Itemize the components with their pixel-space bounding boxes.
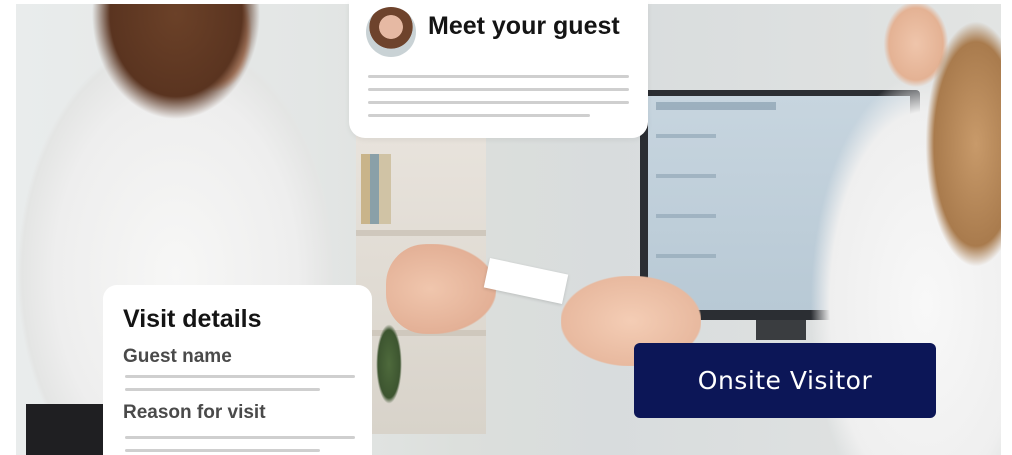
monitor-form-line: [656, 134, 716, 138]
onsite-visitor-badge: Onsite Visitor: [634, 343, 936, 418]
guest-name-line: [125, 375, 355, 378]
meet-guest-title: Meet your guest: [428, 12, 620, 40]
receptionist-hair: [896, 4, 1001, 334]
guest-name-label: Guest name: [123, 346, 232, 367]
visit-details-title: Visit details: [123, 305, 262, 333]
monitor-form-title: [656, 102, 776, 110]
placeholder-line: [368, 75, 629, 78]
monitor-form-line: [656, 214, 716, 218]
visitor-hand: [386, 244, 496, 334]
reason-line: [125, 449, 320, 452]
onsite-visitor-label: Onsite Visitor: [697, 366, 873, 395]
guest-avatar-icon: [366, 7, 416, 57]
guest-name-line: [125, 388, 320, 391]
monitor-form-line: [656, 174, 716, 178]
reason-label: Reason for visit: [123, 402, 266, 423]
reason-line: [125, 436, 355, 439]
placeholder-line: [368, 114, 590, 117]
monitor-form-line: [656, 254, 716, 258]
id-card: [483, 258, 569, 304]
visitor-hair: [56, 4, 306, 174]
placeholder-line: [368, 101, 629, 104]
placeholder-line: [368, 88, 629, 91]
